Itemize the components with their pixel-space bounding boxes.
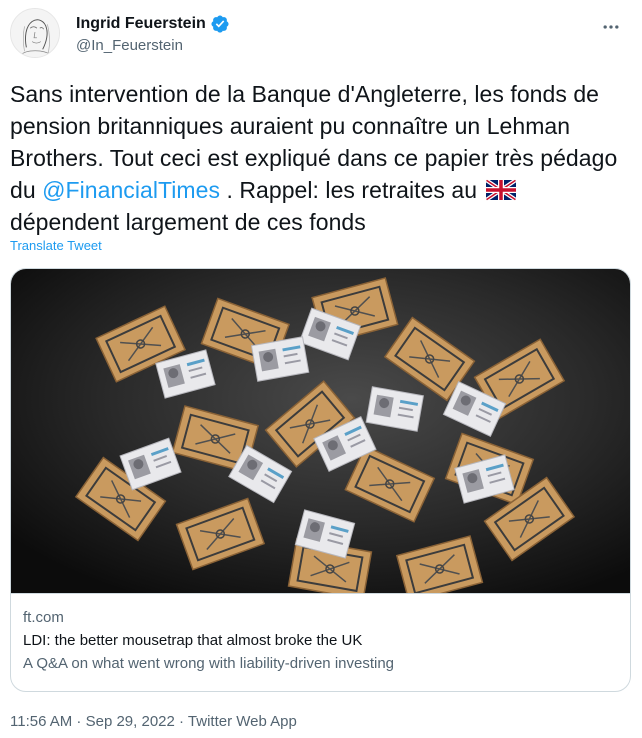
tweet-date[interactable]: Sep 29, 2022 bbox=[86, 713, 175, 730]
verified-badge-icon bbox=[210, 14, 230, 34]
author-handle[interactable]: @In_Feuerstein bbox=[76, 37, 183, 55]
mention-link[interactable]: @FinancialTimes bbox=[42, 177, 220, 203]
translate-tweet-link[interactable]: Translate Tweet bbox=[10, 238, 102, 254]
author-display-name[interactable]: Ingrid Feuerstein bbox=[76, 15, 206, 33]
link-card[interactable]: ft.com LDI: the better mousetrap that al… bbox=[10, 268, 631, 692]
tweet-metadata: 11:56 AM · Sep 29, 2022 · Twitter Web Ap… bbox=[10, 712, 297, 732]
separator: · bbox=[72, 713, 86, 730]
avatar[interactable] bbox=[10, 8, 60, 58]
card-meta[interactable]: ft.com LDI: the better mousetrap that al… bbox=[11, 593, 630, 691]
avatar-sketch-icon bbox=[11, 9, 59, 57]
tweet-text: Sans intervention de la Banque d'Anglete… bbox=[10, 78, 630, 238]
tweet-text-part-2: . Rappel: les retraites au bbox=[220, 177, 484, 203]
card-image-mousetraps[interactable] bbox=[11, 269, 630, 593]
uk-flag-icon bbox=[485, 179, 516, 201]
author-name-row[interactable]: Ingrid Feuerstein bbox=[76, 14, 230, 34]
card-domain: ft.com bbox=[23, 609, 64, 626]
tweet-source[interactable]: Twitter Web App bbox=[188, 713, 297, 730]
tweet-text-part-3: dépendent largement de ces fonds bbox=[10, 209, 366, 235]
tweet: Ingrid Feuerstein @In_Feuerstein Sans in… bbox=[0, 0, 642, 738]
more-options-button[interactable] bbox=[594, 10, 628, 44]
more-horizontal-icon bbox=[603, 25, 619, 29]
separator: · bbox=[174, 713, 188, 730]
card-description: A Q&A on what went wrong with liability-… bbox=[23, 655, 395, 672]
card-title: LDI: the better mousetrap that almost br… bbox=[23, 632, 363, 649]
tweet-time[interactable]: 11:56 AM bbox=[10, 713, 72, 730]
